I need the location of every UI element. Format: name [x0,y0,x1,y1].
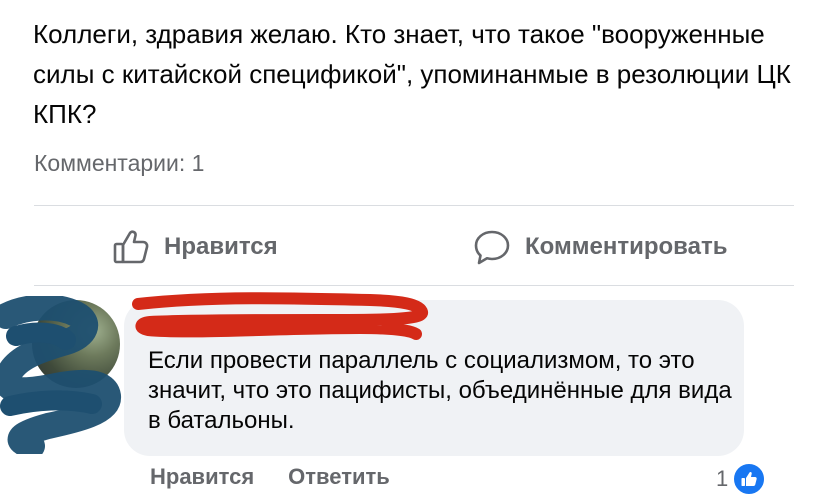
post-text: Коллеги, здравия желаю. Кто знает, что т… [33,19,791,129]
like-reaction-icon [732,462,767,496]
comment-text: Если провести параллель с социализмом, т… [148,347,732,434]
comment-actions: Нравится Ответить [150,464,390,490]
speech-bubble-icon [474,230,510,265]
reaction-count: 1 [716,466,729,491]
comments-count[interactable]: Комментарии: 1 [34,150,204,177]
comment-reply-link[interactable]: Ответить [288,464,390,490]
thumbs-up-icon [113,230,149,264]
author-redaction [132,292,428,340]
divider [34,285,794,286]
comment-like-link[interactable]: Нравится [150,464,254,490]
comment-label: Комментировать [525,233,728,260]
like-button[interactable]: Нравится [112,224,278,270]
reaction-summary[interactable]: 1 [716,462,767,496]
like-label: Нравится [164,233,278,260]
avatar[interactable] [32,300,120,388]
divider [34,205,794,206]
comment-button[interactable]: Комментировать [473,224,727,270]
